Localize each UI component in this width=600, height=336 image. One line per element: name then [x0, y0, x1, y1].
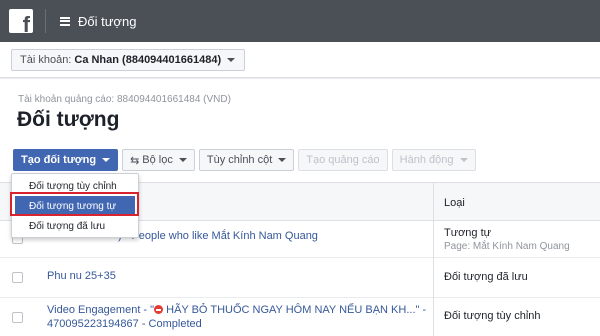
customize-columns-button[interactable]: Tùy chỉnh cột [198, 149, 295, 171]
audience-type-source: Page: Mắt Kính Nam Quang [444, 241, 570, 252]
column-header-type[interactable]: Loại [444, 197, 465, 209]
account-bar: Tài khoản: Ca Nhan (884094401661484) [0, 42, 600, 78]
filter-button[interactable]: ⇆ Bộ lọc [122, 149, 195, 171]
ad-account-subtitle: Tài khoản quảng cáo: 884094401661484 (VN… [18, 94, 231, 105]
red-highlight-box [10, 192, 139, 216]
top-navigation-bar: f Đối tượng [0, 0, 600, 42]
create-ad-label: Tạo quảng cáo [306, 154, 380, 166]
audience-name-link[interactable]: Phu nu 25+35 [47, 269, 116, 283]
row-checkbox[interactable] [12, 312, 23, 323]
actions-button[interactable]: Hành động [391, 149, 476, 171]
create-ad-button[interactable]: Tạo quảng cáo [298, 149, 388, 171]
top-bar-title: Đối tượng [78, 13, 137, 29]
facebook-logo-icon[interactable]: f [9, 9, 33, 33]
audience-name-link[interactable]: Video Engagement - " HÃY BỎ THUỐC NGAY H… [47, 303, 426, 331]
audience-name-link[interactable]: ) - People who like Mắt Kính Nam Quang [118, 229, 318, 243]
divider [45, 9, 46, 33]
account-selector-button[interactable]: Tài khoản: Ca Nhan (884094401661484) [11, 49, 245, 71]
row-checkbox[interactable] [12, 272, 23, 283]
hamburger-menu-icon[interactable] [60, 16, 70, 26]
chevron-down-icon [459, 158, 468, 162]
table-row[interactable]: Video Engagement - " HÃY BỎ THUỐC NGAY H… [0, 298, 600, 336]
chevron-down-icon [227, 58, 236, 62]
table-row[interactable]: Phu nu 25+35 Đối tượng đã lưu [0, 258, 600, 298]
create-audience-button[interactable]: Tạo đối tượng [13, 149, 119, 171]
audience-type: Đối tượng tùy chỉnh [444, 310, 541, 322]
chevron-down-icon [278, 158, 287, 162]
account-name: Ca Nhan (884094401661484) [74, 54, 222, 66]
actions-label: Hành động [399, 154, 454, 166]
filter-label: Bộ lọc [142, 154, 173, 166]
page-title: Đối tượng [17, 108, 120, 131]
account-label: Tài khoản: [20, 54, 72, 66]
filter-icon: ⇆ [130, 154, 140, 167]
audience-type-label: Tương tự [444, 227, 492, 239]
menu-item-saved-audience[interactable]: Đối tượng đã lưu [12, 216, 138, 236]
create-audience-label: Tạo đối tượng [21, 154, 97, 166]
chevron-down-icon [102, 158, 111, 162]
chevron-down-icon [178, 158, 187, 162]
audience-type: Tương tự Page: Mắt Kính Nam Quang [444, 227, 570, 253]
no-entry-icon [154, 305, 164, 314]
toolbar: Tạo đối tượng ⇆ Bộ lọc Tùy chỉnh cột Tạo… [13, 149, 480, 171]
column-divider [433, 183, 434, 336]
audience-type: Đối tượng đã lưu [444, 271, 528, 283]
customize-columns-label: Tùy chỉnh cột [206, 154, 273, 166]
